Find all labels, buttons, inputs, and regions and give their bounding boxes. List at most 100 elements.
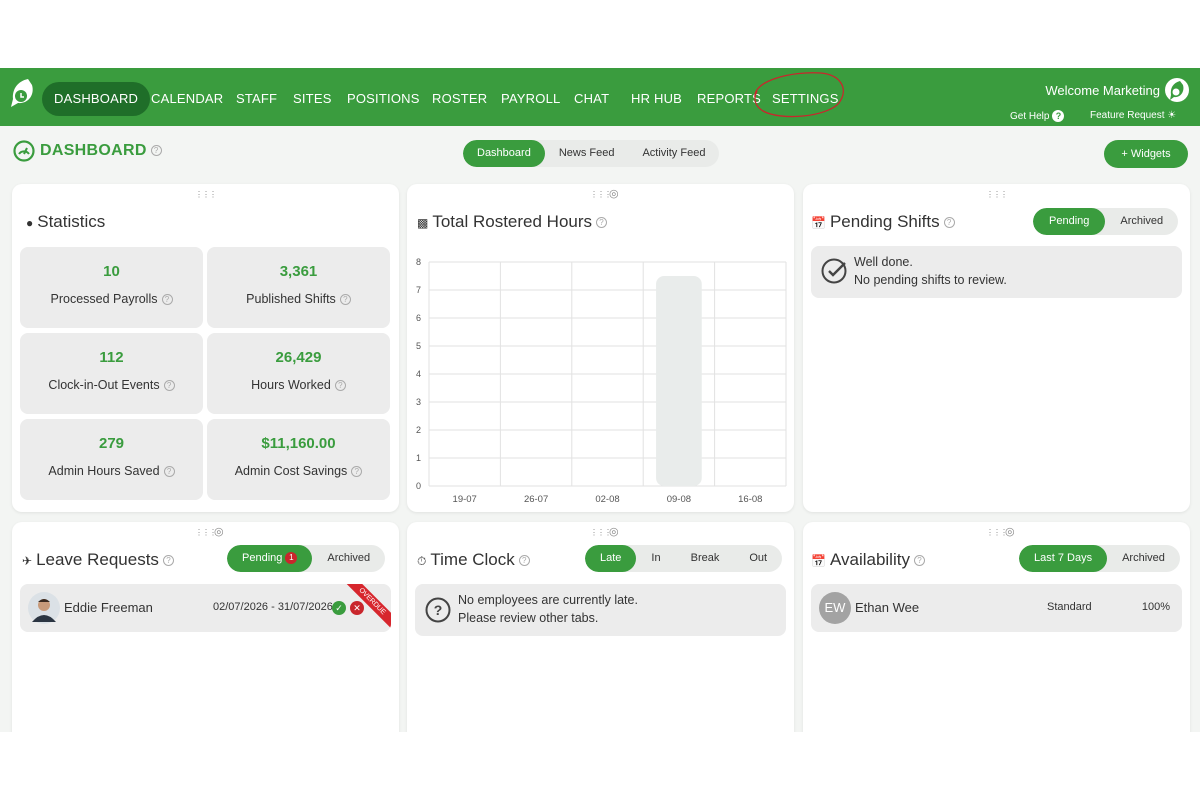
tab-dashboard[interactable]: Dashboard xyxy=(463,140,545,167)
drag-handle-icon[interactable]: ⋮⋮⋮ xyxy=(590,528,612,537)
availability-tabs: Last 7 Days Archived xyxy=(1019,545,1180,572)
nav-item-dashboard[interactable]: DASHBOARD xyxy=(42,82,151,116)
employee-name: Eddie Freeman xyxy=(64,600,153,615)
nav-item-staff[interactable]: STAFF xyxy=(236,82,277,116)
help-icon[interactable]: ? xyxy=(518,555,530,567)
hide-eye-icon[interactable]: ◎ xyxy=(609,525,619,538)
stat-label: Processed Payrolls? xyxy=(20,292,203,306)
check-circle-icon xyxy=(821,258,847,284)
pending-shifts-tabs: Pending Archived xyxy=(1033,208,1179,235)
message-line-1: No employees are currently late. xyxy=(458,593,638,607)
rostered-title: ▩ Total Rostered Hours? xyxy=(417,212,608,232)
help-icon[interactable]: ? xyxy=(162,555,174,567)
tab-archived[interactable]: Archived xyxy=(1107,545,1180,572)
settings-highlight-circle xyxy=(754,72,844,118)
help-icon[interactable]: ? xyxy=(943,217,955,229)
stat-card: 3,361 Published Shifts? xyxy=(207,247,390,328)
leave-requests-panel: ⋮⋮⋮ ◎ ✈ Leave Requests? Pending 1 Archived… xyxy=(12,522,399,732)
time-clock-tabs: Late In Break Out xyxy=(585,545,783,572)
time-clock-message: ? No employees are currently late. Pleas… xyxy=(415,584,786,636)
y-tick-label: 0 xyxy=(416,481,421,491)
nav-item-sites[interactable]: SITES xyxy=(293,82,332,116)
hide-eye-icon[interactable]: ◎ xyxy=(1005,525,1015,538)
help-icon[interactable]: ? xyxy=(339,294,351,306)
time-clock-title: ⏱ Time Clock? xyxy=(417,550,530,570)
availability-title: 📅 Availability? xyxy=(811,550,925,570)
y-tick-label: 6 xyxy=(416,313,421,323)
lightbulb-icon: ☀ xyxy=(1167,110,1177,121)
tab-pending[interactable]: Pending 1 xyxy=(227,545,313,572)
tab-pending[interactable]: Pending xyxy=(1033,208,1106,235)
message-line-1: Well done. xyxy=(854,255,913,269)
help-icon[interactable]: ? xyxy=(913,555,925,567)
avatar xyxy=(28,592,60,624)
view-tabs: Dashboard News Feed Activity Feed xyxy=(463,140,720,167)
drag-handle-icon[interactable]: ⋮⋮⋮ xyxy=(195,528,217,537)
svg-text:?: ? xyxy=(434,602,443,618)
y-tick-label: 8 xyxy=(416,257,421,267)
leave-requests-title: ✈ Leave Requests? xyxy=(22,550,174,570)
approve-check-icon[interactable]: ✓ xyxy=(332,601,346,615)
leave-tabs: Pending 1 Archived xyxy=(227,545,386,572)
hide-eye-icon[interactable]: ◎ xyxy=(609,187,619,200)
drag-handle-icon[interactable]: ⋮⋮⋮ xyxy=(590,190,612,199)
tab-archived[interactable]: Archived xyxy=(312,545,385,572)
stat-card: 10 Processed Payrolls? xyxy=(20,247,203,328)
nav-item-positions[interactable]: POSITIONS xyxy=(347,82,420,116)
nav-item-calendar[interactable]: CALENDAR xyxy=(151,82,223,116)
help-icon[interactable]: ? xyxy=(596,217,608,229)
nav-item-roster[interactable]: ROSTER xyxy=(432,82,487,116)
tab-break[interactable]: Break xyxy=(676,545,735,572)
stat-card: 26,429 Hours Worked? xyxy=(207,333,390,414)
dashboard-gauge-icon xyxy=(13,140,35,162)
help-icon[interactable]: ? xyxy=(161,294,173,306)
y-tick-label: 3 xyxy=(416,397,421,407)
overdue-label: OVERDUE xyxy=(346,584,391,630)
stat-label-text: Admin Cost Savings xyxy=(234,464,348,478)
help-icon[interactable]: ? xyxy=(334,380,346,392)
drag-handle-icon[interactable]: ⋮⋮⋮ xyxy=(195,190,217,199)
get-help-link[interactable]: Get Help? xyxy=(1010,110,1065,122)
x-tick-label: 19-07 xyxy=(453,494,477,504)
question-circle-icon: ? xyxy=(425,597,451,623)
drag-handle-icon[interactable]: ⋮⋮⋮ xyxy=(986,190,1008,199)
tab-last-7-days[interactable]: Last 7 Days xyxy=(1019,545,1108,572)
add-widgets-button[interactable]: + Widgets xyxy=(1104,140,1188,168)
user-avatar-icon[interactable] xyxy=(1164,77,1190,103)
tab-out[interactable]: Out xyxy=(734,545,782,572)
availability-panel: ⋮⋮⋮ ◎ 📅 Availability? Last 7 Days Archive… xyxy=(803,522,1190,732)
y-tick-label: 1 xyxy=(416,453,421,463)
x-tick-label: 16-08 xyxy=(738,494,762,504)
leave-request-row[interactable]: Eddie Freeman 02/07/2026 - 31/07/2026 ✓ … xyxy=(20,584,391,632)
nav-item-chat[interactable]: CHAT xyxy=(574,82,609,116)
tab-archived[interactable]: Archived xyxy=(1105,208,1178,235)
welcome-text: Welcome Marketing xyxy=(1045,83,1160,98)
stat-value: 112 xyxy=(99,349,124,366)
help-icon[interactable]: ? xyxy=(163,466,175,478)
app-logo-icon[interactable] xyxy=(8,77,36,109)
help-icon[interactable]: ? xyxy=(351,466,363,478)
y-tick-label: 4 xyxy=(416,369,421,379)
help-icon[interactable]: ? xyxy=(163,380,175,392)
tab-late[interactable]: Late xyxy=(585,545,637,572)
hide-eye-icon[interactable]: ◎ xyxy=(214,525,224,538)
availability-row[interactable]: EW Ethan Wee Standard 100% xyxy=(811,584,1182,632)
stat-label: Clock-in-Out Events? xyxy=(20,378,203,392)
pending-shifts-panel: ⋮⋮⋮ 📅 Pending Shifts? Pending Archived We… xyxy=(803,184,1190,512)
stopwatch-icon: ⏱ xyxy=(417,554,427,568)
pending-shifts-title: 📅 Pending Shifts? xyxy=(811,212,955,232)
nav-item-payroll[interactable]: PAYROLL xyxy=(501,82,560,116)
stat-label-text: Clock-in-Out Events xyxy=(48,378,160,392)
tab-in[interactable]: In xyxy=(636,545,675,572)
help-icon[interactable]: ? xyxy=(150,145,162,157)
stat-value: 10 xyxy=(103,263,120,280)
feature-request-link[interactable]: Feature Request ☀ xyxy=(1090,110,1176,121)
drag-handle-icon[interactable]: ⋮⋮⋮ xyxy=(986,528,1008,537)
tab-activity-feed[interactable]: Activity Feed xyxy=(628,140,719,167)
page-header: DASHBOARD? Dashboard News Feed Activity … xyxy=(0,126,1200,182)
tab-news-feed[interactable]: News Feed xyxy=(545,140,629,167)
page-title: DASHBOARD? xyxy=(40,142,162,160)
stat-value: 279 xyxy=(98,435,125,452)
stat-value: 3,361 xyxy=(279,263,318,280)
nav-item-hr-hub[interactable]: HR HUB xyxy=(631,82,682,116)
